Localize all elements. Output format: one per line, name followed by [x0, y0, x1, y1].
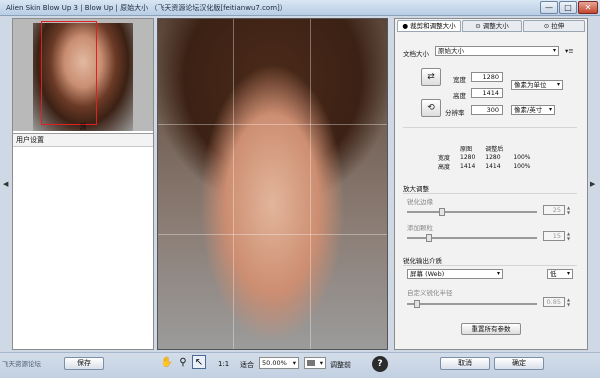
sharpen-edges-field[interactable]: 25 [543, 205, 565, 215]
stats-row-label: 宽度 [438, 155, 451, 162]
document-size-label: 文档大小 [403, 50, 429, 58]
reset-all-button[interactable]: 重置所有参数 [461, 323, 521, 335]
custom-radius-label: 自定义锐化半径 [407, 289, 453, 297]
save-button[interactable]: 保存 [64, 357, 104, 370]
grid-guide-horizontal [158, 234, 387, 235]
tab-stretch[interactable]: ⊙ 拉伸 [523, 20, 585, 32]
preset-menu-icon[interactable]: ▾≡ [565, 47, 574, 55]
crop-reset-icon[interactable]: ⟲ [421, 99, 441, 117]
compare-mode-select[interactable] [304, 357, 326, 369]
help-icon[interactable]: ? [372, 356, 388, 372]
stats-header-after: 调整后 [485, 146, 504, 153]
add-grain-label: 添加颗粒 [407, 224, 433, 232]
zoom-tool-icon[interactable]: ⚲ [176, 356, 190, 370]
close-button[interactable]: ✕ [578, 1, 598, 14]
maximize-button[interactable]: □ [559, 1, 577, 14]
unit-select[interactable]: 像素为单位 [511, 80, 563, 90]
resolution-field[interactable]: 300 [471, 105, 503, 115]
stats-header-pct [508, 144, 535, 153]
sharpen-spinner-icon[interactable]: ▲ ▼ [567, 205, 573, 215]
grain-spinner-icon[interactable]: ▲ ▼ [567, 231, 573, 241]
stats-row-pct: 100% [513, 163, 531, 170]
select-tool-icon[interactable]: ↖ [192, 355, 206, 369]
table-row: 宽度 1280 1280 100% [433, 153, 535, 162]
sharpen-edges-label: 锐化边缘 [407, 198, 433, 206]
resolution-unit-select[interactable]: 像素/英寸 [511, 105, 555, 115]
swap-orientation-icon[interactable]: ⇄ [421, 68, 441, 86]
stats-header-blank [433, 144, 455, 153]
grid-guide-horizontal [158, 124, 387, 125]
stats-row-pct: 100% [513, 154, 531, 161]
fit-button[interactable]: 适合 [240, 360, 254, 370]
left-panel: 源 用户设置 [12, 18, 154, 350]
sharpen-edges-slider-handle[interactable] [439, 208, 445, 216]
enlarge-section-title: 放大调整 [403, 183, 577, 194]
stats-row-source: 1280 [460, 154, 476, 161]
width-field[interactable]: 1280 [471, 72, 503, 82]
custom-radius-slider-handle[interactable] [414, 300, 420, 308]
collapse-left-arrow-icon[interactable]: ◀ [3, 180, 8, 188]
scale-1-1-button[interactable]: 1:1 [218, 360, 229, 368]
output-strength-select[interactable]: 低 [547, 269, 573, 279]
table-row: 高度 1414 1414 100% [433, 162, 535, 171]
stats-header-source: 原图 [460, 146, 473, 153]
stats-row-after: 1280 [485, 154, 501, 161]
grid-guide-vertical [233, 19, 234, 349]
divider [403, 127, 577, 128]
mode-tabs: ● 裁剪和调整大小 ⊙ 调整大小 ⊙ 拉伸 [395, 19, 587, 33]
preview-canvas[interactable] [157, 18, 388, 350]
height-field[interactable]: 1414 [471, 88, 503, 98]
custom-radius-spinner-icon[interactable]: ▲ ▼ [567, 297, 573, 307]
before-button[interactable]: 调整前 [330, 360, 351, 370]
size-stats-table: 原图 调整后 宽度 1280 1280 100% 高度 1414 1414 10… [433, 144, 535, 171]
user-settings-header[interactable]: 用户设置 [13, 133, 153, 147]
height-label: 高度 [453, 92, 466, 100]
output-media-select[interactable]: 屏幕 (Web) [407, 269, 503, 279]
minimize-button[interactable]: — [540, 1, 558, 14]
tab-crop-resize[interactable]: ● 裁剪和调整大小 [397, 20, 461, 32]
title-bar: Alien Skin Blow Up 3 | Blow Up | 原始大小 （飞… [0, 0, 600, 16]
stats-row-source: 1414 [460, 163, 476, 170]
width-label: 宽度 [453, 76, 466, 84]
collapse-right-arrow-icon[interactable]: ▶ [590, 180, 595, 188]
watermark-text: 飞天资源论坛 [2, 360, 41, 368]
stats-row-label: 高度 [438, 164, 451, 171]
settings-panel: ● 裁剪和调整大小 ⊙ 调整大小 ⊙ 拉伸 文档大小 原始大小 ▾≡ ⇄ ⟲ 宽… [394, 18, 588, 350]
hand-tool-icon[interactable]: ✋ [160, 356, 174, 370]
stats-row-after: 1414 [485, 163, 501, 170]
add-grain-field[interactable]: 15 [543, 231, 565, 241]
navigator-thumbnail[interactable]: 源 [13, 19, 153, 131]
output-section-title: 锐化输出介质 [403, 255, 577, 266]
tab-resize[interactable]: ⊙ 调整大小 [462, 20, 522, 32]
preview-image [158, 19, 387, 349]
thumbnail-crop-frame[interactable] [41, 21, 97, 125]
zoom-select[interactable]: 50.00% [259, 357, 299, 369]
ok-button[interactable]: 确定 [494, 357, 544, 370]
cancel-button[interactable]: 取消 [440, 357, 490, 370]
custom-radius-slider[interactable] [407, 300, 537, 308]
custom-radius-field[interactable]: 0.85 [543, 297, 565, 307]
add-grain-slider-handle[interactable] [426, 234, 432, 242]
window-title: Alien Skin Blow Up 3 | Blow Up | 原始大小 （飞… [6, 4, 287, 12]
resolution-label: 分辨率 [445, 109, 465, 117]
add-grain-slider[interactable] [407, 234, 537, 242]
document-size-select[interactable]: 原始大小 [435, 46, 559, 56]
compare-mode-icon [307, 360, 315, 366]
thumbnail-label: 源 [79, 123, 87, 131]
sharpen-edges-slider[interactable] [407, 208, 537, 216]
grid-guide-vertical [310, 19, 311, 349]
